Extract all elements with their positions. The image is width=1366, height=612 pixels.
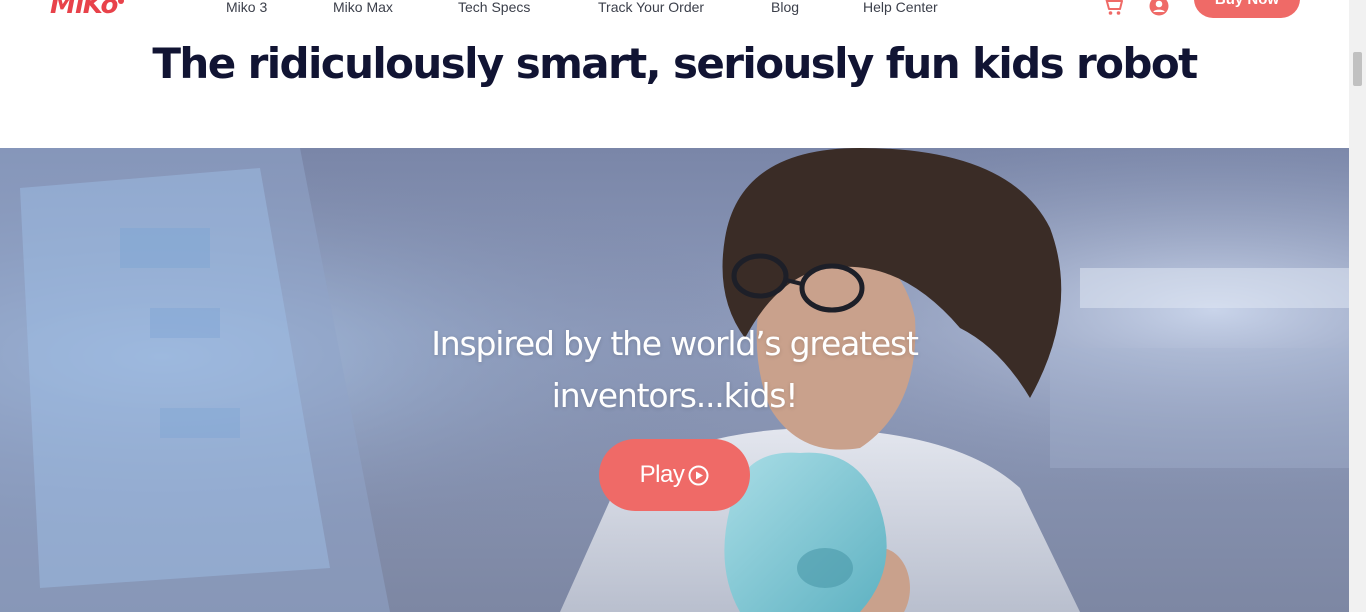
miko-logo[interactable]: MiKo — [50, 0, 125, 20]
nav-item-track-order[interactable]: Track Your Order — [598, 0, 704, 14]
nav-item-help-center[interactable]: Help Center — [863, 0, 938, 14]
nav-item-miko-3[interactable]: Miko 3 — [226, 0, 267, 14]
nav-item-miko-max[interactable]: Miko Max — [333, 0, 393, 14]
logo-dot-icon — [118, 0, 125, 4]
logo-text: MiKo — [50, 0, 118, 20]
buy-now-button[interactable]: Buy Now — [1194, 0, 1300, 18]
cart-icon[interactable] — [1102, 0, 1124, 16]
play-circle-icon — [688, 465, 709, 486]
nav-item-tech-specs[interactable]: Tech Specs — [458, 0, 530, 14]
hero-video-section: Inspired by the world’s greatest invento… — [0, 148, 1349, 612]
page-headline: The ridiculously smart, seriously fun ki… — [152, 39, 1198, 88]
site-header: MiKo Miko 3 Miko Max Tech Specs Track Yo… — [0, 0, 1349, 26]
hero-title-line-2: inventors...kids! — [551, 376, 799, 415]
hero-title: Inspired by the world’s greatest invento… — [0, 318, 1349, 422]
page: MiKo Miko 3 Miko Max Tech Specs Track Yo… — [0, 0, 1349, 612]
scrollbar-thumb[interactable] — [1353, 52, 1362, 86]
page-scrollbar[interactable] — [1349, 0, 1366, 612]
nav-item-blog[interactable]: Blog — [771, 0, 799, 14]
play-label: Play — [639, 461, 685, 488]
user-account-icon[interactable] — [1149, 0, 1169, 16]
hero-title-line-1: Inspired by the world’s greatest — [431, 324, 919, 363]
play-video-button[interactable]: Play — [599, 439, 750, 511]
